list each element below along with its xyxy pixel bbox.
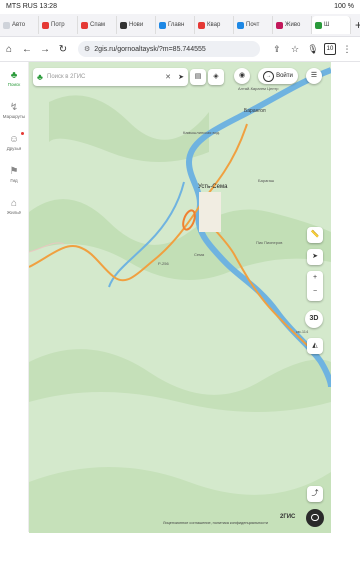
friends-icon: ☺: [8, 133, 20, 145]
tab-count-button[interactable]: 10: [324, 43, 336, 55]
status-bar: MTS RUS 13:28 100 %: [0, 0, 360, 14]
label-lebed: Барагаш: [258, 178, 275, 183]
status-right: 100 %: [334, 3, 354, 10]
browser-tab[interactable]: Авто: [0, 16, 39, 34]
browser-tab[interactable]: Спам: [78, 16, 117, 34]
back-icon[interactable]: ←: [18, 44, 36, 55]
menu-dots-icon[interactable]: ⋮: [340, 44, 354, 55]
sidebar-item-label: Друзья: [6, 145, 22, 151]
tab-label: Спам: [90, 22, 106, 28]
3d-button[interactable]: 3D: [305, 310, 323, 328]
tab-favicon-icon: [81, 21, 88, 29]
tab-label: Квар: [207, 22, 221, 28]
tab-favicon-icon: [42, 21, 49, 29]
tab-label: Авто: [12, 22, 26, 28]
tab-favicon-icon: [315, 21, 322, 29]
tree-icon: ♣: [10, 69, 18, 81]
map-graphic: [29, 62, 331, 533]
new-tab-button[interactable]: +: [355, 18, 360, 32]
tab-label: Главн: [168, 22, 185, 28]
label-road-p256: P-256: [158, 261, 169, 266]
tab-favicon-icon: [3, 21, 10, 29]
layers-icon[interactable]: ◈: [208, 69, 224, 85]
building-icon: ⌂: [10, 197, 18, 209]
browser-tab[interactable]: Ш: [312, 16, 351, 34]
site-settings-icon[interactable]: ⚙: [84, 45, 90, 53]
url-bar: ⌂ ← → ↻ ⚙ 2gis.ru/gornoaltaysk/?m=85.744…: [0, 37, 360, 62]
route-icon: ↯: [9, 101, 19, 113]
mic-icon[interactable]: 🎙: [306, 44, 320, 55]
bookmark-star-icon[interactable]: ☆: [288, 44, 302, 55]
close-icon[interactable]: ✕: [162, 73, 174, 81]
chat-icon[interactable]: [306, 509, 324, 527]
tab-label: Живо: [285, 22, 301, 28]
legal-links[interactable]: Лицензионное соглашение, политика конфид…: [163, 521, 268, 525]
tab-label: Нови: [129, 22, 144, 28]
zoom-in-button[interactable]: +: [307, 271, 323, 285]
sidebar-item-label: Гид: [10, 177, 18, 183]
tab-label: Потр: [51, 22, 65, 28]
browser-tab[interactable]: Главн: [156, 16, 195, 34]
tab-favicon-icon: [120, 21, 127, 29]
browser-tab[interactable]: Квар: [195, 16, 234, 34]
sidebar: ♣ Поиск ↯ Маршруты ☺ Друзья ⚑ Гид ⌂ Жильё: [0, 62, 29, 532]
burger-menu-icon[interactable]: ☰: [306, 68, 322, 84]
login-label: Войти: [276, 73, 293, 79]
sidebar-item[interactable]: ☺ Друзья: [0, 126, 28, 158]
flag-icon: ⚑: [9, 165, 19, 177]
tab-label: Ш: [324, 22, 330, 28]
login-arrow-icon: →: [263, 70, 275, 82]
tab-favicon-icon: [276, 21, 283, 29]
sidebar-item-label: Жильё: [6, 209, 22, 215]
tree-logo-icon: ♣: [37, 72, 43, 82]
login-button[interactable]: → Войти: [258, 68, 298, 84]
sidebar-item[interactable]: ⌂ Жильё: [0, 190, 28, 222]
label-road-km: км-114: [296, 329, 309, 334]
label-kamyshla: Камышлинская вод.: [183, 130, 221, 135]
tab-label: Почт: [246, 22, 260, 28]
search-placeholder: Поиск в 2ГИС: [47, 74, 86, 80]
zoom-out-button[interactable]: −: [307, 285, 323, 299]
tab-favicon-icon: [237, 21, 244, 29]
locate-arrow-icon[interactable]: ➤: [307, 249, 323, 265]
address-text: 2gis.ru/gornoaltaysk/?m=85.744555: [94, 45, 206, 53]
sidebar-item-label: Маршруты: [2, 113, 26, 119]
bottom-blank: [0, 533, 360, 576]
bookmarks-icon[interactable]: ▤: [190, 69, 206, 85]
geo-icon[interactable]: ◉: [234, 68, 250, 84]
tab-favicon-icon: [159, 21, 166, 29]
sidebar-item[interactable]: ↯ Маршруты: [0, 94, 28, 126]
reload-icon[interactable]: ↻: [54, 44, 72, 55]
address-field[interactable]: ⚙ 2gis.ru/gornoaltaysk/?m=85.744555: [78, 41, 260, 57]
settlement-area: [199, 192, 221, 232]
browser-tab[interactable]: Потр: [39, 16, 78, 34]
ruler-icon[interactable]: 📏: [307, 227, 323, 243]
browser-tab[interactable]: Почт: [234, 16, 273, 34]
zoom-control: + −: [307, 271, 323, 301]
label-pikpionerov: Пик Пионеров: [256, 240, 283, 245]
map-search-box[interactable]: ♣ Поиск в 2ГИС ✕ ➤: [33, 68, 188, 86]
browser-tab[interactable]: Нови: [117, 16, 156, 34]
sidebar-item-label: Поиск: [7, 81, 21, 87]
2gis-logo: 2ГИС: [280, 514, 296, 520]
browser-tab[interactable]: Живо: [273, 16, 312, 34]
label-ustsema: Усть-Сема: [198, 184, 228, 190]
compass-icon[interactable]: ◭: [307, 338, 323, 354]
label-baranchul: Барангол: [244, 108, 266, 114]
notification-dot: [21, 132, 24, 135]
sidebar-item[interactable]: ♣ Поиск: [0, 62, 28, 94]
status-left: MTS RUS 13:28: [6, 3, 57, 10]
share-icon[interactable]: ⇪: [270, 44, 284, 55]
share-map-icon[interactable]: ⤴: [307, 486, 323, 502]
route-icon[interactable]: ➤: [174, 73, 188, 81]
tab-favicon-icon: [198, 21, 205, 29]
tab-bar: Авто Потр Спам Нови Главн Квар Почт Живо Ш +: [0, 14, 360, 37]
home-icon[interactable]: ⌂: [0, 44, 18, 55]
label-altai: Алтай-Карагем Центр: [238, 86, 279, 91]
sidebar-item[interactable]: ⚑ Гид: [0, 158, 28, 190]
label-sema: Сема: [194, 252, 205, 257]
forward-icon[interactable]: →: [36, 44, 54, 55]
map-canvas[interactable]: [29, 62, 331, 533]
